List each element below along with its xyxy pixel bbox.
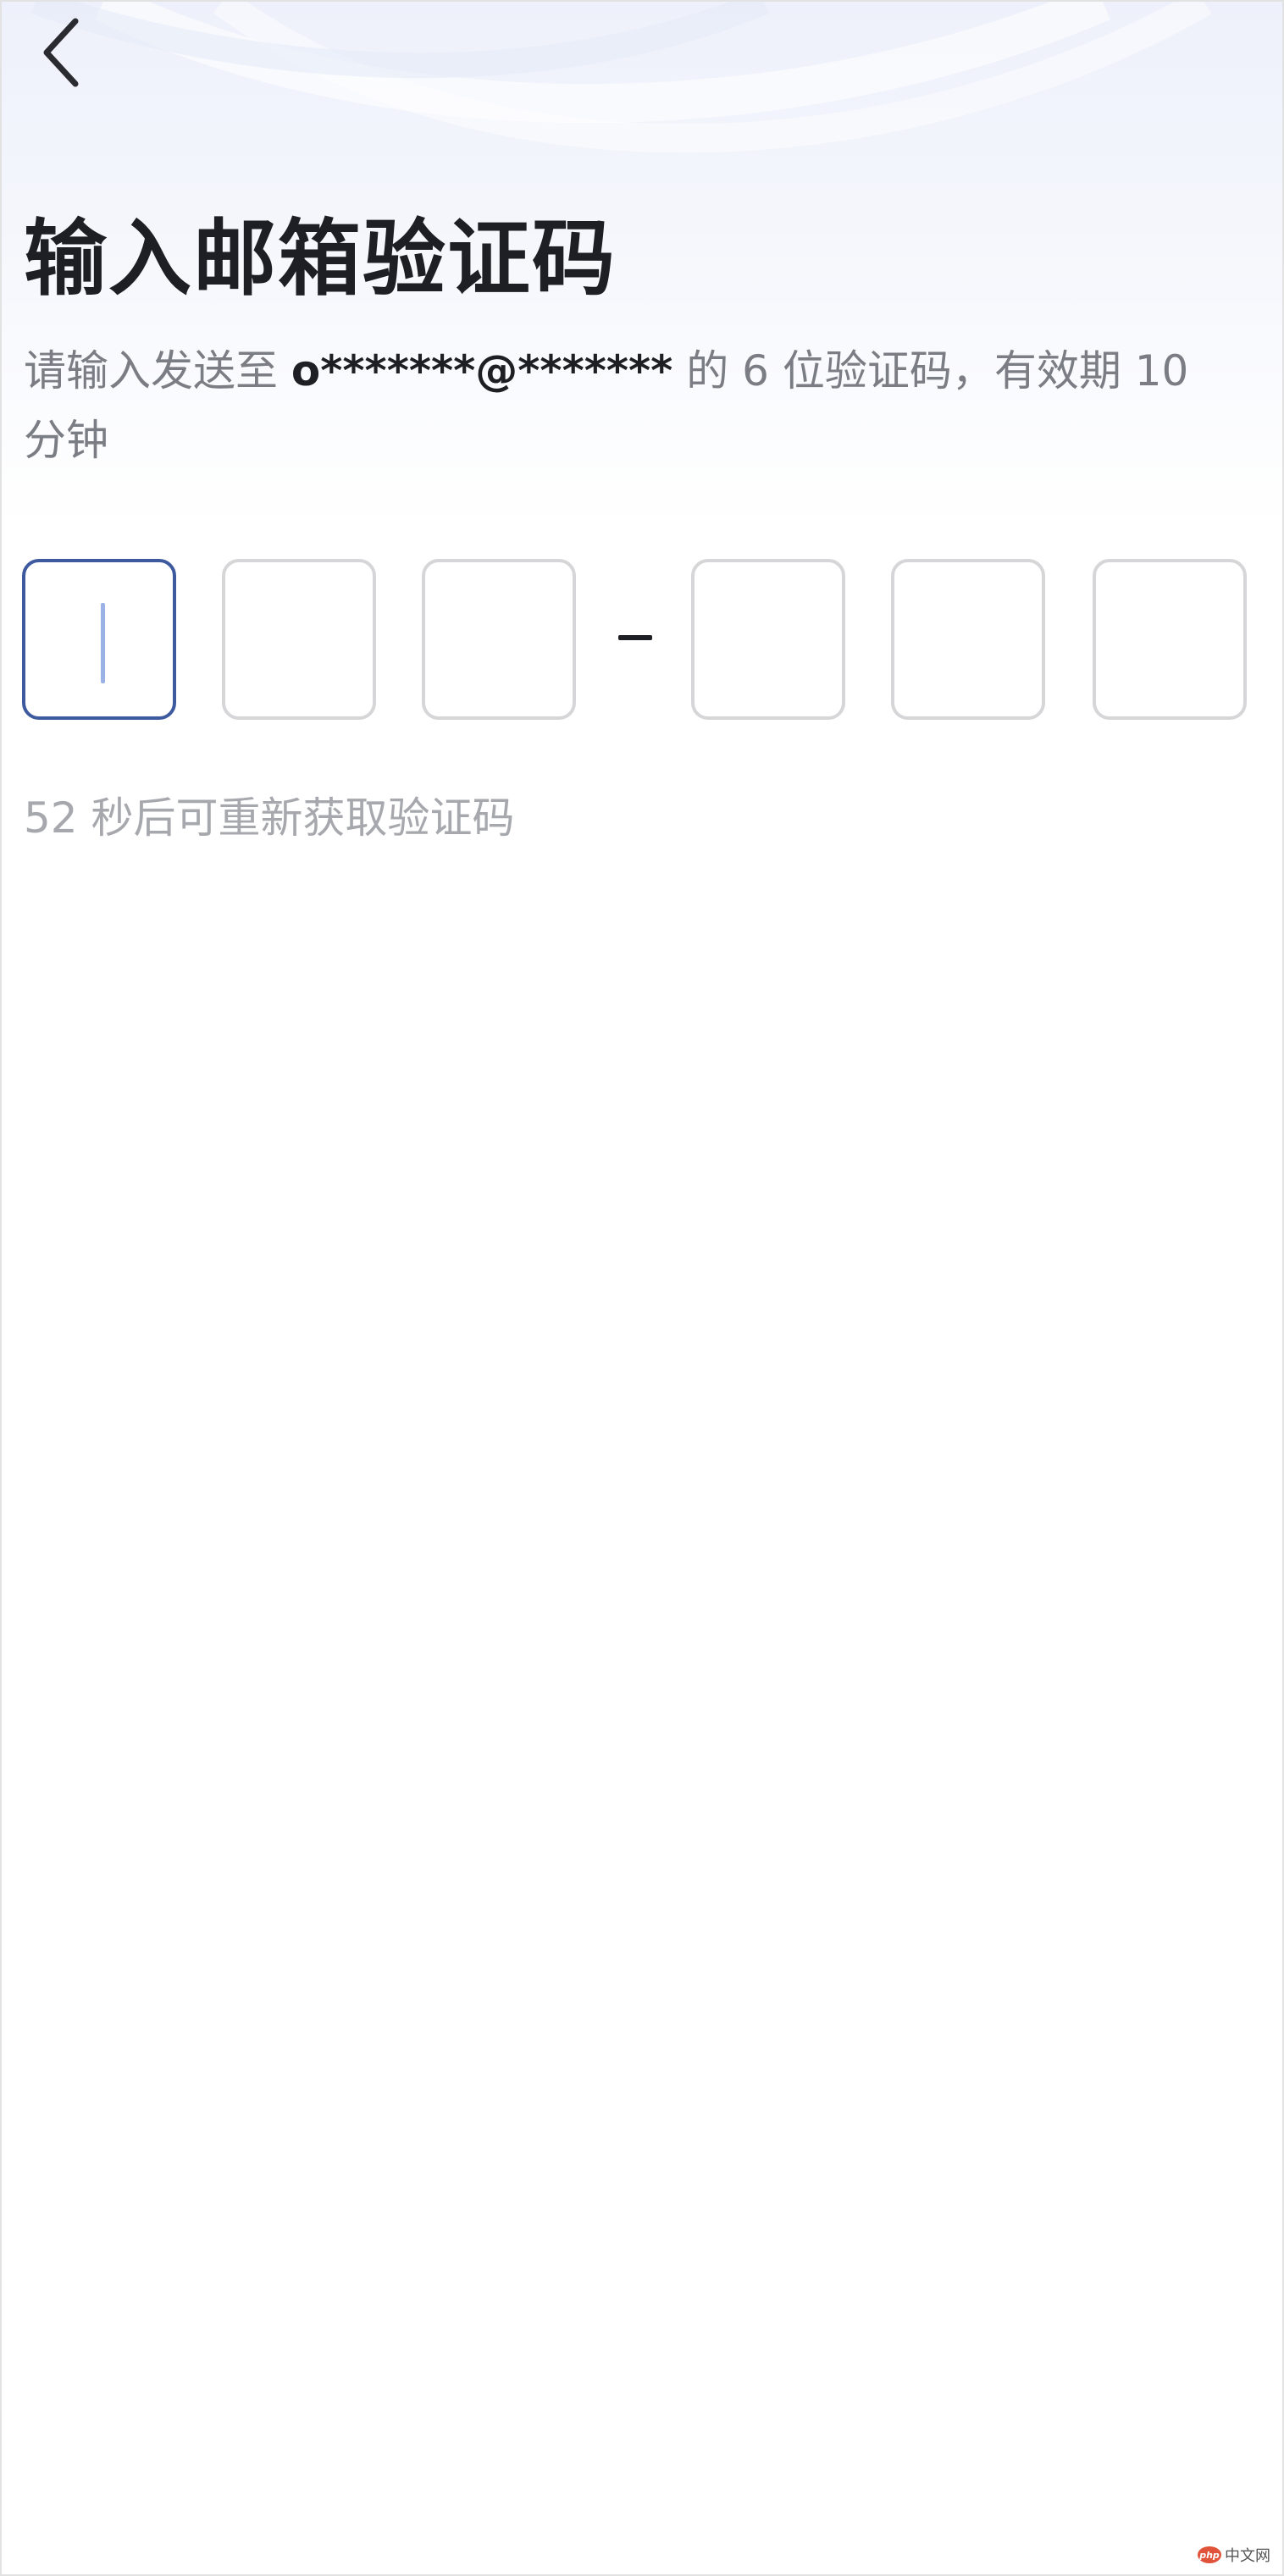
watermark-text: 中文网 [1225, 2547, 1270, 2565]
page-title: 输入邮箱验证码 [24, 211, 617, 307]
back-button[interactable] [27, 10, 95, 95]
code-separator [618, 635, 652, 640]
watermark: php 中文网 [1198, 2544, 1270, 2566]
code-digit-box-6[interactable] [1093, 559, 1247, 720]
code-digit-box-2[interactable] [222, 559, 376, 720]
watermark-logo: php [1198, 2546, 1221, 2563]
decorative-swoosh [31, 2, 1212, 153]
verification-code-input[interactable] [22, 559, 1250, 721]
instruction-prefix: 请输入发送至 [24, 346, 291, 395]
masked-email: o*******@******* [291, 346, 673, 395]
text-caret [101, 603, 105, 683]
instruction-text: 请输入发送至 o*******@******* 的 6 位验证码，有效期 10 … [24, 336, 1243, 475]
chevron-left-icon [43, 18, 79, 87]
code-digit-box-3[interactable] [422, 559, 576, 720]
code-digit-box-5[interactable] [891, 559, 1045, 720]
verify-email-code-page: 输入邮箱验证码 请输入发送至 o*******@******* 的 6 位验证码… [0, 0, 1284, 2576]
resend-countdown: 52 秒后可重新获取验证码 [24, 793, 515, 843]
code-digit-box-4[interactable] [691, 559, 845, 720]
code-digit-box-1[interactable] [22, 559, 176, 720]
